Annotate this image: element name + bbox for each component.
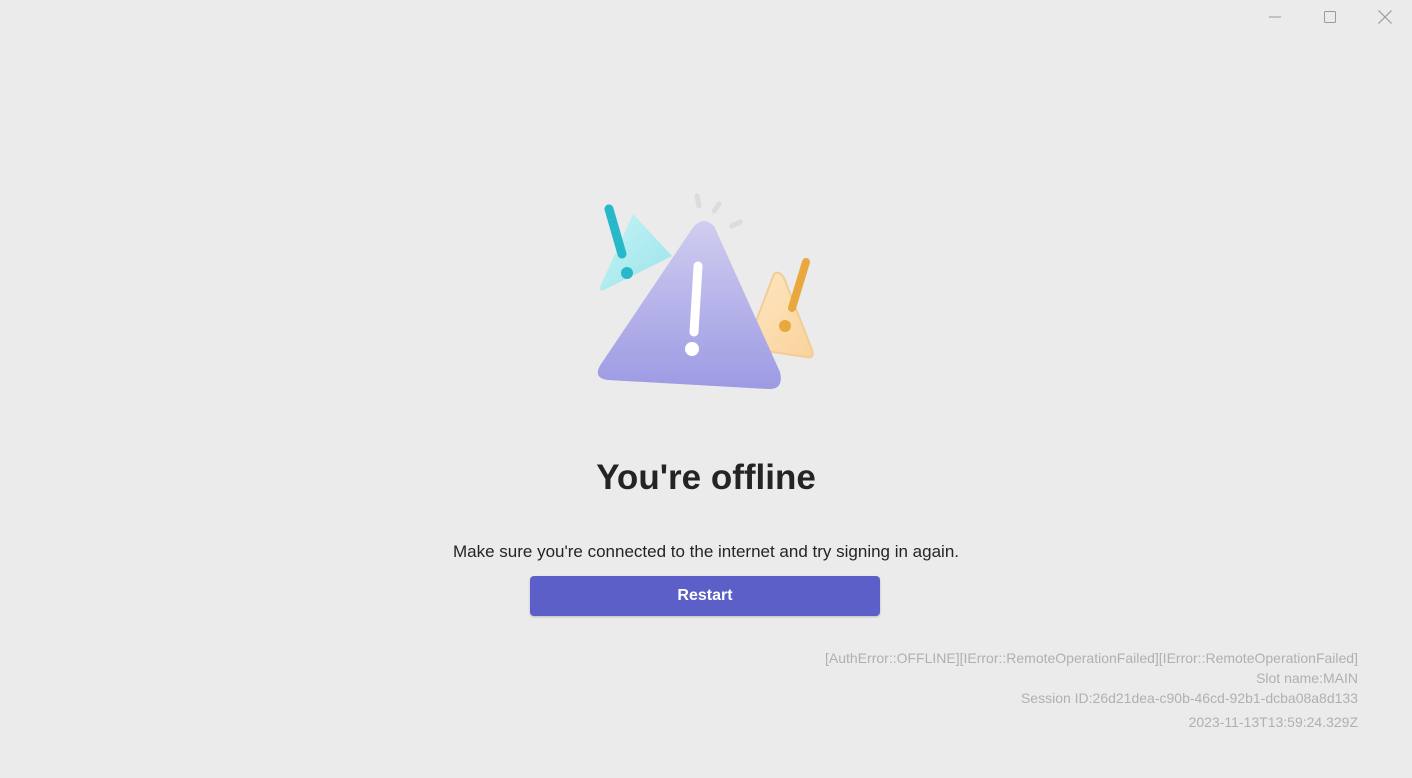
restart-button[interactable]: Restart (530, 576, 880, 616)
diagnostics-info: [AuthError::OFFLINE][IError::RemoteOpera… (825, 648, 1358, 732)
maximize-button[interactable] (1302, 0, 1357, 34)
close-icon (1377, 9, 1393, 25)
minimize-icon (1268, 10, 1282, 24)
session-id: Session ID:26d21dea-c90b-46cd-92b1-dcba0… (1020, 690, 1358, 706)
offline-message: Make sure you're connected to the intern… (453, 542, 959, 561)
offline-warning-illustration (586, 190, 826, 400)
page-title: You're offline (596, 458, 816, 497)
error-codes: [AuthError::OFFLINE][IError::RemoteOpera… (825, 650, 1358, 666)
timestamp: 2023-11-13T13:59:24.329Z (1188, 714, 1358, 730)
window-controls (1247, 0, 1412, 34)
maximize-icon (1323, 10, 1337, 24)
minimize-button[interactable] (1247, 0, 1302, 34)
slot-name: Slot name:MAIN (1256, 670, 1358, 686)
close-button[interactable] (1357, 0, 1412, 34)
